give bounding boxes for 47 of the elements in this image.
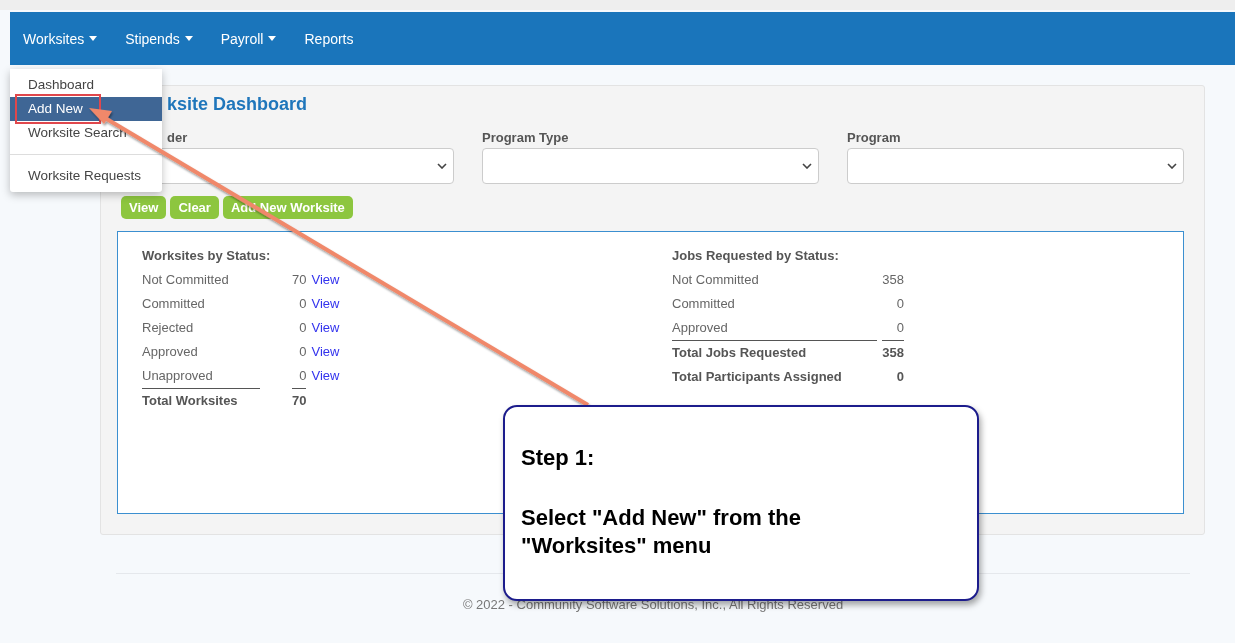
view-link[interactable]: View xyxy=(306,320,340,335)
page-title: ksite Dashboard xyxy=(167,94,309,116)
status-label: Not Committed xyxy=(142,271,230,289)
status-count: 0 xyxy=(882,316,904,341)
callout-title: Step 1: xyxy=(521,445,596,471)
nav-menu-item[interactable]: Stipends xyxy=(125,30,221,47)
status-count: 0 xyxy=(298,343,307,361)
status-label: Committed xyxy=(672,295,736,313)
menu-item[interactable]: Dashboard xyxy=(10,72,162,97)
nav-menu-item[interactable]: Payroll xyxy=(220,30,305,47)
nav-menu-item[interactable]: Worksites xyxy=(23,30,126,47)
select-field[interactable] xyxy=(482,148,819,184)
total-label: Total Worksites xyxy=(142,388,260,413)
menu-item[interactable]: Worksite Search xyxy=(10,120,162,145)
status-label: Unapproved xyxy=(142,364,260,389)
status-count: 70 xyxy=(292,271,307,289)
field-label: Program Type xyxy=(482,130,570,145)
menu-item[interactable]: Worksite Requests xyxy=(10,163,162,188)
total-count: 70 xyxy=(292,388,307,413)
status-count: 0 xyxy=(895,295,904,313)
section-heading: Jobs Requested by Status: xyxy=(672,248,840,265)
status-label: Committed xyxy=(142,295,206,313)
total-label: Total Participants Assigned xyxy=(672,368,843,386)
total-count: 0 xyxy=(895,368,904,386)
view-link[interactable]: View xyxy=(306,296,340,311)
field-label: Program xyxy=(847,130,902,145)
status-count: 0 xyxy=(298,295,307,313)
status-label: Not Committed xyxy=(672,271,760,289)
status-count: 0 xyxy=(292,364,307,389)
status-label: Rejected xyxy=(142,319,195,337)
select-field[interactable] xyxy=(847,148,1184,184)
status-label: Approved xyxy=(142,343,199,361)
status-count: 0 xyxy=(298,319,307,337)
chevron-down-icon xyxy=(437,163,447,169)
view-link[interactable]: View xyxy=(306,272,340,287)
view-link[interactable]: View xyxy=(306,368,340,384)
chevron-down-icon xyxy=(802,163,812,169)
callout-text: Select "Add New" from the "Worksites" menu xyxy=(521,504,803,560)
total-label: Total Jobs Requested xyxy=(672,340,877,365)
total-count: 358 xyxy=(882,340,904,365)
status-label: Approved xyxy=(672,316,877,341)
chevron-down-icon xyxy=(1167,163,1177,169)
nav-menu-item[interactable]: Reports xyxy=(304,30,382,47)
section-heading: Worksites by Status: xyxy=(142,248,272,265)
status-count: 358 xyxy=(882,271,904,289)
menu-item[interactable]: Add New xyxy=(10,96,162,121)
view-link[interactable]: View xyxy=(306,344,340,359)
